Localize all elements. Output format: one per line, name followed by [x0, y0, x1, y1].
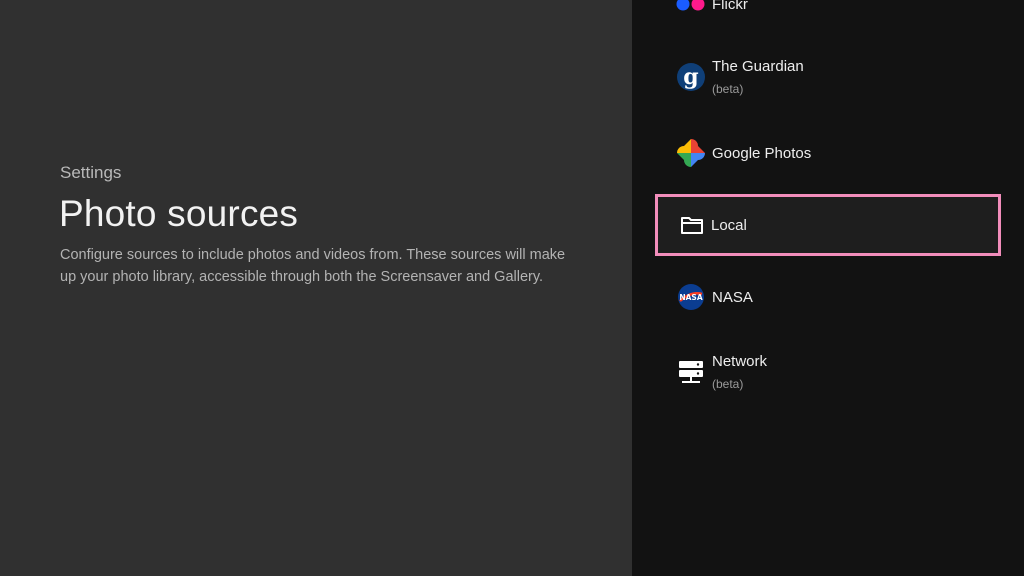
source-label: Local — [711, 216, 747, 234]
svg-text:g: g — [683, 64, 698, 90]
settings-info-pane: Settings Photo sources Configure sources… — [0, 0, 632, 576]
source-item-flickr[interactable]: Flickr — [656, 0, 1000, 34]
source-label: The Guardian — [712, 58, 804, 75]
source-sublabel: (beta) — [712, 82, 744, 96]
nasa-icon: NASA — [676, 282, 706, 312]
source-label: Flickr — [712, 0, 748, 13]
breadcrumb: Settings — [60, 163, 122, 182]
source-item-local[interactable]: Local — [655, 194, 1001, 256]
source-item-network[interactable]: Network (beta) — [656, 342, 1000, 402]
source-item-nasa[interactable]: NASA NASA — [656, 267, 1000, 327]
source-sublabel: (beta) — [712, 377, 744, 391]
svg-text:NASA: NASA — [679, 293, 702, 302]
source-item-the-guardian[interactable]: g The Guardian (beta) — [656, 47, 1000, 107]
google-photos-icon — [676, 138, 706, 168]
page-description: Configure sources to include photos and … — [60, 247, 566, 285]
photo-sources-list: Flickr g The Guardian (beta) Google Phot… — [632, 0, 1024, 576]
source-label: Network — [712, 353, 768, 370]
flickr-icon — [676, 0, 706, 19]
source-label: NASA — [712, 288, 753, 306]
source-item-google-photos[interactable]: Google Photos — [656, 123, 1000, 183]
folder-icon — [677, 210, 707, 240]
source-label: Google Photos — [712, 144, 812, 162]
guardian-icon: g — [676, 62, 706, 92]
network-icon — [676, 357, 706, 387]
page-title: Photo sources — [59, 193, 299, 234]
